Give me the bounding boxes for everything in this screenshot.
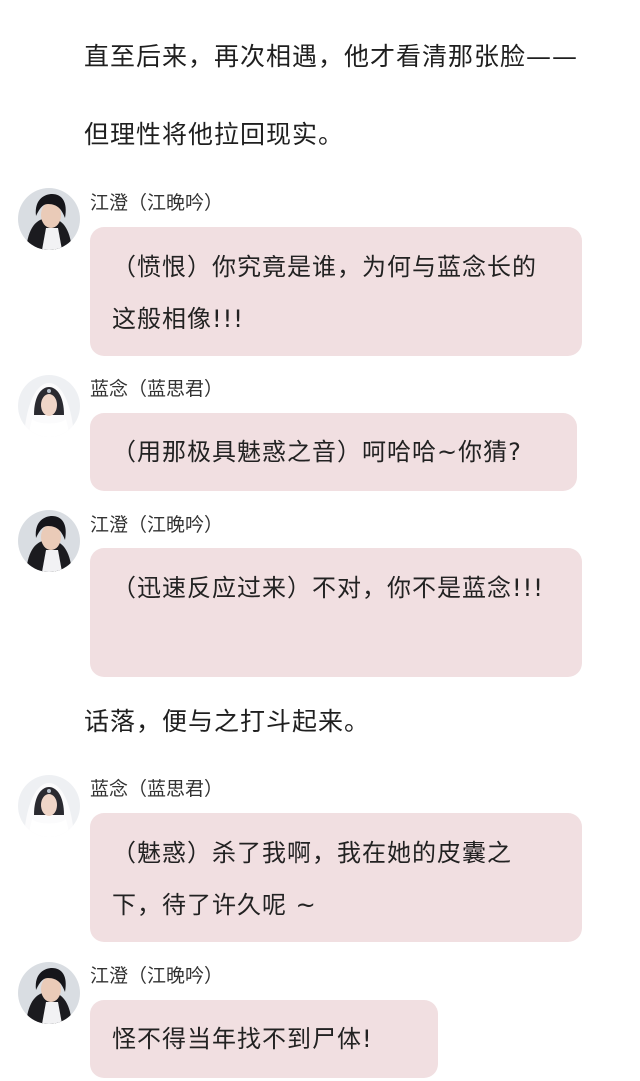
narration-line-1: 直至后来，再次相遇，他才看清那张脸—— xyxy=(84,42,579,71)
message-bubble: （愤恨）你究竟是谁，为何与蓝念长的这般相像!!! xyxy=(90,227,582,356)
dark-haired-man-avatar[interactable] xyxy=(18,188,80,250)
speaker-name: 江澄（江晚吟） xyxy=(90,965,224,987)
message-bubble: （迅速反应过来）不对，你不是蓝念!!! xyxy=(90,548,582,677)
speaker-name: 蓝念（蓝思君） xyxy=(90,778,224,800)
dark-haired-man-avatar[interactable] xyxy=(18,962,80,1024)
message-bubble: （用那极具魅惑之音）呵哈哈~你猜? xyxy=(90,413,577,491)
dark-haired-man-avatar[interactable] xyxy=(18,510,80,572)
narration-line-3: 话落，便与之打斗起来。 xyxy=(84,707,371,736)
white-veiled-woman-avatar[interactable] xyxy=(18,775,80,837)
speaker-name: 江澄（江晚吟） xyxy=(90,514,224,536)
white-veiled-woman-avatar[interactable] xyxy=(18,375,80,437)
message-bubble: 怪不得当年找不到尸体! xyxy=(90,1000,438,1078)
speaker-name: 江澄（江晚吟） xyxy=(90,192,224,214)
narration-line-2: 但理性将他拉回现实。 xyxy=(84,120,345,149)
speaker-name: 蓝念（蓝思君） xyxy=(90,378,224,400)
message-bubble: （魅惑）杀了我啊，我在她的皮囊之下，待了许久呢 ~ xyxy=(90,813,582,942)
